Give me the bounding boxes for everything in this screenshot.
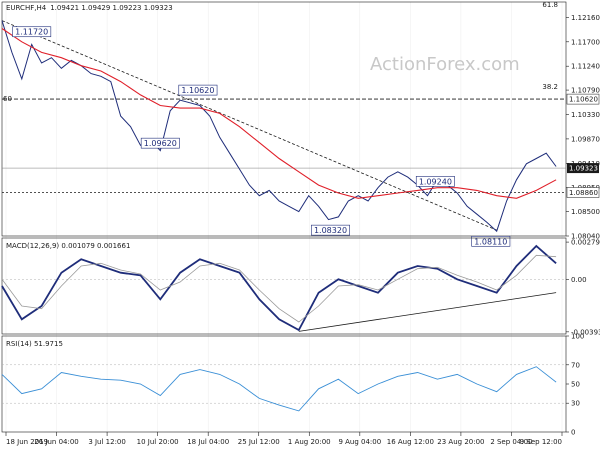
time-tick-label: 25 Jul 12:00 [238, 438, 280, 446]
time-tick-label: 18 Jul 04:00 [187, 438, 229, 446]
rsi-tick-label: 0 [571, 429, 575, 437]
price-tick-label: 1.10790 [571, 87, 600, 95]
price-annotation-label: 1.09240 [419, 177, 452, 186]
price-tick-label: 1.08500 [571, 208, 600, 216]
macd-tick-label: 0.00 [571, 276, 587, 284]
price-chart: ActionForex.com EURCHF,H4 1.09421 1.09429… [0, 0, 600, 450]
time-tick-label: 26 Jun 04:00 [34, 438, 78, 446]
price-tick-label: 1.10330 [571, 111, 600, 119]
price-tick-label: 1.11240 [571, 63, 600, 71]
macd-title: MACD(12,26,9) 0.001079 0.001661 [6, 242, 130, 250]
time-tick-label: 1 Aug 20:00 [288, 438, 331, 446]
price-annotation-label: 1.08110 [474, 237, 507, 246]
time-tick-label: 16 Aug 12:00 [387, 438, 434, 446]
price-annotation-label: 1.08320 [314, 226, 347, 235]
ohlc-header-title: EURCHF,H4 1.09421 1.09429 1.09223 1.09323 [6, 4, 173, 12]
price-tick-label: 1.12160 [571, 14, 600, 22]
level-price-label: 1.10620 [569, 96, 598, 104]
rsi-tick-label: 100 [571, 333, 584, 341]
time-tick-label: 23 Aug 20:00 [437, 438, 484, 446]
current-price-label: 1.09323 [569, 165, 598, 173]
price-tick-label: 1.09870 [571, 135, 600, 143]
rsi-title: RSI(14) 51.9715 [6, 340, 63, 348]
rsi-tick-label: 30 [571, 400, 580, 408]
level-price-label: 1.08860 [569, 189, 598, 197]
rsi-tick-label: 50 [571, 381, 580, 389]
price-annotation-label: 1.11720 [15, 28, 48, 37]
time-tick-label: 10 Jul 20:00 [137, 438, 179, 446]
rsi-tick-label: 70 [571, 361, 580, 369]
time-tick-label: 9 Sep 12:00 [520, 438, 562, 446]
ohlc-values: 1.09421 1.09429 1.09223 1.09323 [50, 4, 172, 12]
fib-top-label: 61.8 [542, 1, 558, 9]
watermark: ActionForex.com [370, 54, 520, 75]
price-annotation-label: 1.10620 [181, 86, 214, 95]
time-tick-label: 9 Aug 04:00 [338, 438, 381, 446]
symbol-title: EURCHF,H4 [6, 4, 47, 12]
price-tick-label: 1.11700 [571, 38, 600, 46]
macd-tick-label: 0.002793 [571, 239, 600, 247]
price-annotation-label: 1.09620 [144, 139, 177, 148]
fib-mid-label: 38.2 [542, 83, 558, 91]
time-tick-label: 3 Jul 12:00 [88, 438, 126, 446]
